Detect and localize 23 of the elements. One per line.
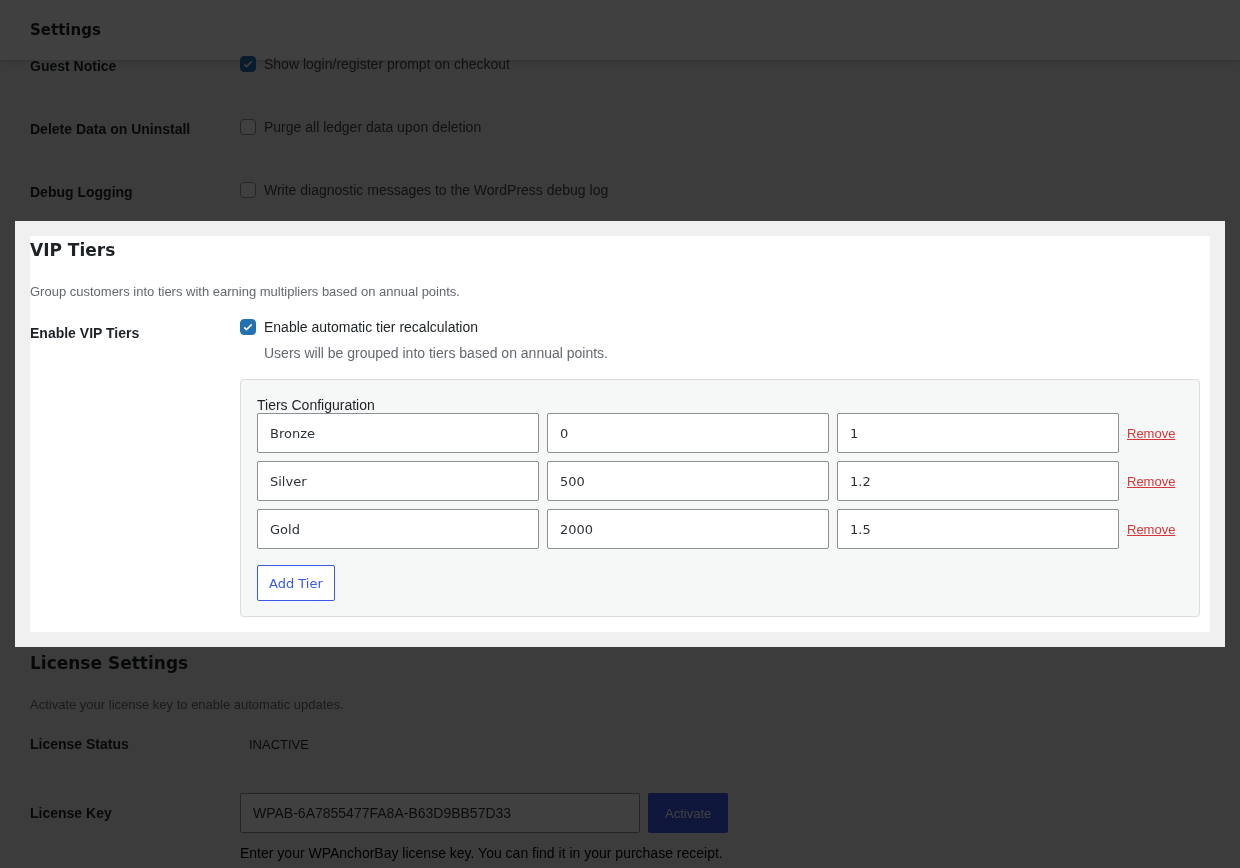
- remove-link[interactable]: Remove: [1127, 425, 1183, 441]
- checkbox[interactable]: [240, 319, 256, 335]
- remove-link[interactable]: Remove: [1127, 473, 1183, 489]
- tier-points-field[interactable]: 0: [547, 413, 829, 453]
- section-title: VIP Tiers: [30, 240, 117, 260]
- tier-multiplier-field[interactable]: 1: [837, 413, 1119, 453]
- field-hint: Users will be grouped into tiers based on annual points.: [264, 345, 609, 361]
- add-tier-button[interactable]: Add Tier: [257, 565, 335, 601]
- tier-points-field[interactable]: 2000: [547, 509, 829, 549]
- section-description: Group customers into tiers with earning multipliers based on annual points.: [30, 284, 461, 299]
- remove-link[interactable]: Remove: [1127, 521, 1183, 537]
- tier-name-field[interactable]: Bronze: [257, 413, 539, 453]
- check-icon: [242, 321, 254, 333]
- checkbox-label: Enable automatic tier recalculation: [264, 319, 478, 335]
- field-hint: Enter your WPAnchorBay license key. You can find it in your purchase receipt.: [240, 845, 724, 861]
- tier-multiplier-field[interactable]: 1.5: [837, 509, 1119, 549]
- tier-name-field[interactable]: Gold: [257, 509, 539, 549]
- tier-multiplier-field[interactable]: 1.2: [837, 461, 1119, 501]
- setting-label: Enable VIP Tiers: [30, 324, 141, 343]
- tier-points-field[interactable]: 500: [547, 461, 829, 501]
- page-title: Settings: [30, 21, 101, 39]
- tier-name-field[interactable]: Silver: [257, 461, 539, 501]
- config-title: Tiers Configuration: [257, 397, 375, 413]
